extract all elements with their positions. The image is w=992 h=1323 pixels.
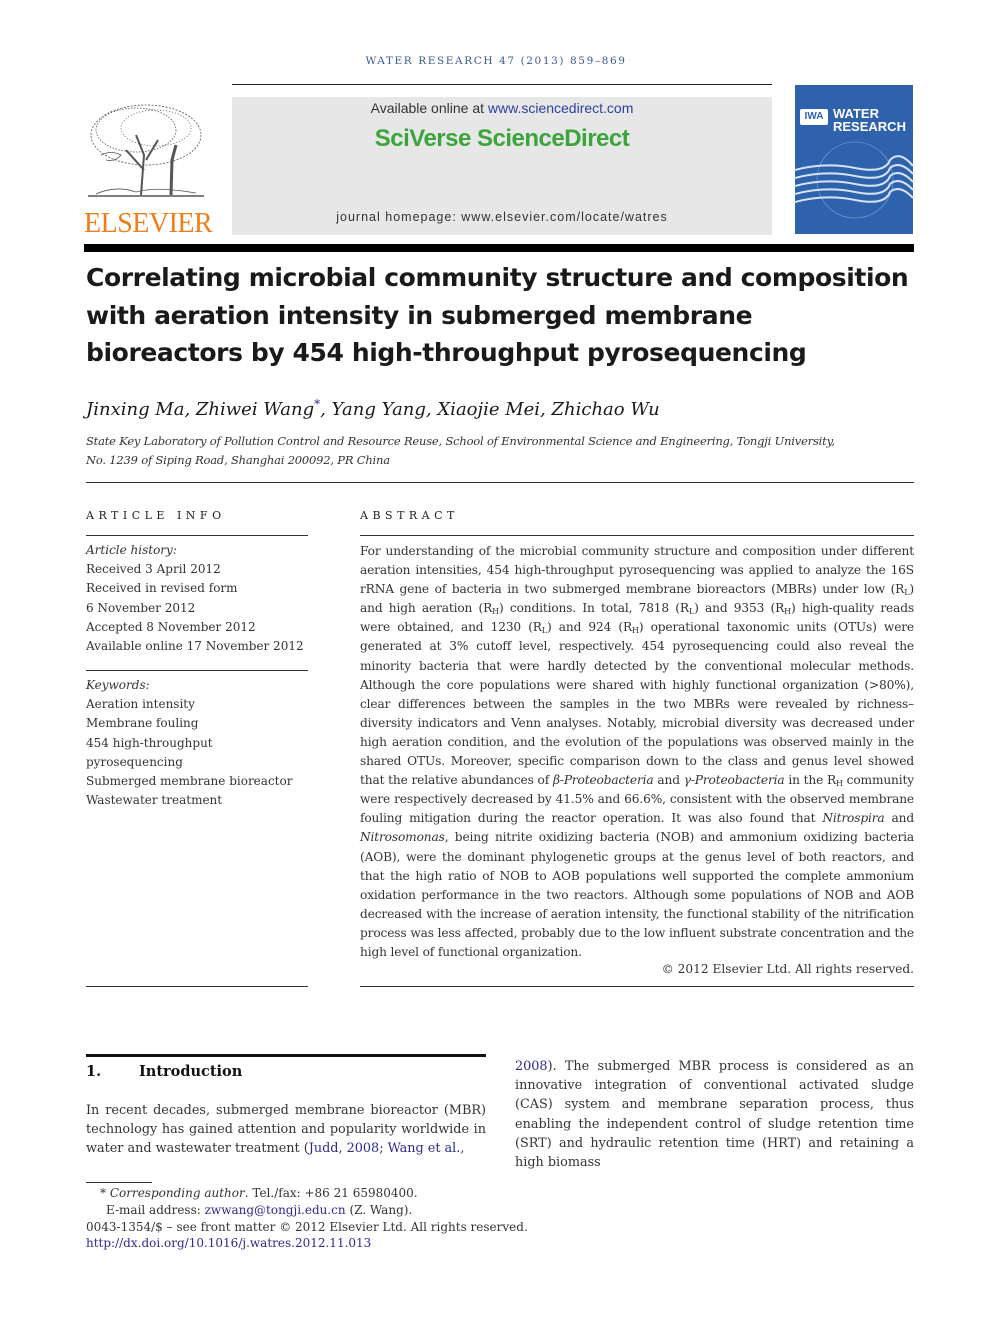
history-item: Available online 17 November 2012 — [86, 639, 304, 654]
keyword-item: Aeration intensity — [86, 697, 195, 712]
history-item: Accepted 8 November 2012 — [86, 619, 256, 634]
abstract-label: ABSTRACT — [360, 509, 459, 522]
keywords-heading: Keywords: — [86, 678, 150, 692]
iwa-badge: IWA — [800, 109, 828, 125]
elsevier-logo[interactable]: ELSEVIER — [84, 96, 213, 239]
corresponding-author-note: * Corresponding author. Tel./fax: +86 21… — [100, 1186, 418, 1200]
abstract-end-rule — [360, 986, 914, 987]
doi-link[interactable]: http://dx.doi.org/10.1016/j.watres.2012.… — [86, 1235, 586, 1252]
cover-wave-graphic — [795, 141, 913, 219]
keyword-item: pyrosequencing — [86, 754, 183, 769]
article-title: Correlating microbial community structur… — [86, 263, 909, 367]
introduction-paragraph: In recent decades, submerged membrane bi… — [86, 1103, 486, 1157]
keyword-item: Wastewater treatment — [86, 793, 223, 808]
journal-cover[interactable]: IWA WATER RESEARCH — [795, 85, 913, 234]
keyword-item: 454 high-throughput — [86, 735, 213, 750]
citation-wang-2008[interactable]: Wang et al., — [388, 1141, 465, 1156]
article-info-rule — [86, 535, 308, 536]
introduction-rule — [86, 1054, 486, 1057]
header-rule — [232, 84, 772, 85]
introduction-heading: 1. Introduction — [86, 1063, 243, 1080]
history-item: Received in revised form — [86, 581, 238, 596]
article-info-label: ARTICLE INFO — [86, 509, 226, 522]
journal-homepage-link[interactable]: www.elsevier.com/locate/watres — [461, 210, 667, 224]
email-link[interactable]: zwwang@tongji.edu.cn — [205, 1203, 346, 1217]
history-item: 6 November 2012 — [86, 600, 196, 615]
running-header: WATER RESEARCH 47 (2013) 859–869 — [365, 55, 627, 67]
abstract-copyright: © 2012 Elsevier Ltd. All rights reserved… — [661, 962, 914, 976]
masthead-rule — [84, 244, 914, 252]
sciencedirect-banner: Available online at www.sciencedirect.co… — [232, 97, 772, 235]
abstract-rule — [360, 535, 914, 536]
sciencedirect-link[interactable]: www.sciencedirect.com — [488, 100, 634, 116]
keyword-item: Membrane fouling — [86, 716, 199, 731]
introduction-paragraph-continued: 2008). The submerged MBR process is cons… — [515, 1059, 914, 1171]
sciverse-sciencedirect-logo[interactable]: SciVerse ScienceDirect — [232, 125, 772, 153]
keywords-rule — [86, 670, 308, 671]
abstract-text: For understanding of the microbial commu… — [360, 544, 914, 959]
elsevier-tree-icon — [88, 104, 204, 197]
footnote-rule — [86, 1182, 152, 1183]
journal-homepage: journal homepage: www.elsevier.com/locat… — [336, 210, 668, 224]
email-note: E-mail address: zwwang@tongji.edu.cn (Z.… — [106, 1202, 413, 1217]
citation-wang-2008-year[interactable]: 2008 — [515, 1059, 548, 1074]
article-info-end-rule — [86, 986, 308, 987]
cover-title: WATER RESEARCH — [833, 106, 906, 134]
elsevier-wordmark: ELSEVIER — [84, 208, 213, 239]
history-item: Received 3 April 2012 — [86, 562, 221, 577]
article-history: Article history: Received 3 April 2012 R… — [86, 541, 316, 656]
footnotes: * Corresponding author. Tel./fax: +86 21… — [86, 1185, 586, 1252]
author-list: Jinxing Ma, Zhiwei Wang*, Yang Yang, Xia… — [86, 397, 660, 420]
available-online: Available online at www.sciencedirect.co… — [370, 100, 634, 116]
section-rule — [86, 482, 914, 483]
affiliation: State Key Laboratory of Pollution Contro… — [86, 434, 835, 467]
keywords: Keywords: Aeration intensity Membrane fo… — [86, 676, 316, 810]
front-matter-note: 0043-1354/$ – see front matter © 2012 El… — [86, 1219, 528, 1234]
citation-judd-2008[interactable]: Judd, 2008 — [309, 1141, 379, 1156]
article-history-heading: Article history: — [86, 543, 177, 557]
keyword-item: Submerged membrane bioreactor — [86, 774, 293, 789]
